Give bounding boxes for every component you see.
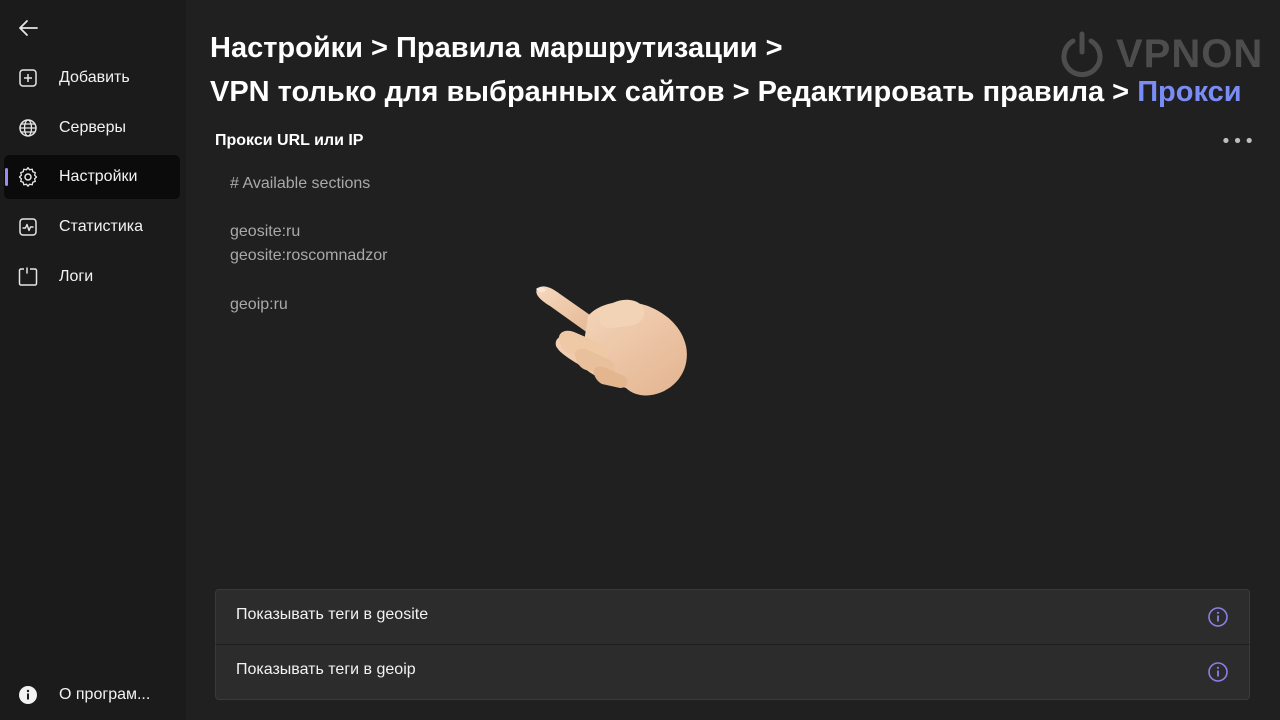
sidebar-item-label: Добавить <box>59 69 130 86</box>
logs-icon <box>18 267 38 287</box>
info-icon <box>18 685 38 705</box>
gear-icon <box>18 167 38 187</box>
chart-icon <box>18 217 38 237</box>
option-label: Показывать теги в geoip <box>236 661 416 678</box>
more-icon: ••• <box>1220 130 1256 152</box>
sidebar-item-settings[interactable]: Настройки <box>4 155 180 199</box>
power-icon <box>1061 31 1103 78</box>
add-icon <box>18 68 38 88</box>
globe-icon <box>18 118 38 138</box>
editor-line: geosite:roscomnadzor <box>230 247 388 264</box>
sidebar-item-label: Настройки <box>59 168 138 185</box>
info-icon[interactable] <box>1207 606 1229 628</box>
proxy-field-label: Прокси URL или IP <box>215 132 364 149</box>
sidebar-item-logs[interactable]: Логи <box>4 255 180 299</box>
breadcrumb-path: VPN только для выбранных сайтов > Редакт… <box>210 76 1138 108</box>
sidebar-item-about[interactable]: О програм... <box>4 673 180 717</box>
back-arrow-icon <box>19 20 38 36</box>
brand-logo: VPNON <box>1058 28 1263 80</box>
sidebar-item-servers[interactable]: Серверы <box>4 106 180 150</box>
editor-line: geoip:ru <box>230 296 288 313</box>
sidebar: Добавить Серверы Настройки Статистика Ло… <box>0 0 186 720</box>
more-options-button[interactable]: ••• <box>1220 128 1256 154</box>
logo-text: VPNON <box>1116 31 1264 76</box>
proxy-rules-editor[interactable]: # Available sections geosite:ru geosite:… <box>215 160 1251 570</box>
sidebar-item-add[interactable]: Добавить <box>4 56 180 100</box>
toggle-show-geosite-tags[interactable]: Показывать теги в geosite <box>215 589 1250 645</box>
sidebar-item-label: Статистика <box>59 218 144 235</box>
main-content: Настройки > Правила маршрутизации > VPN … <box>186 0 1280 720</box>
option-label: Показывать теги в geosite <box>236 606 429 623</box>
sidebar-item-label: О програм... <box>59 686 151 703</box>
sidebar-item-label: Серверы <box>59 119 126 136</box>
pointing-hand-icon <box>536 286 687 396</box>
sidebar-item-label: Логи <box>59 268 94 285</box>
toggle-show-geoip-tags[interactable]: Показывать теги в geoip <box>215 644 1250 700</box>
editor-line: # Available sections <box>230 175 371 192</box>
breadcrumb-current: Прокси <box>1137 76 1242 108</box>
info-icon[interactable] <box>1207 661 1229 683</box>
sidebar-item-statistics[interactable]: Статистика <box>4 205 180 249</box>
editor-line: geosite:ru <box>230 223 301 240</box>
back-button[interactable] <box>14 14 42 42</box>
